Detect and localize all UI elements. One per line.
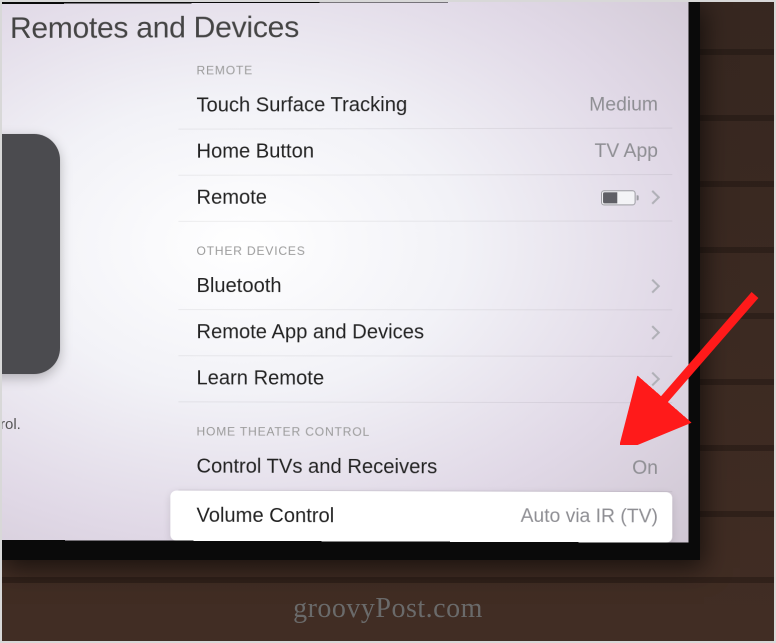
battery-icon [601,190,636,205]
row-remote-app-devices[interactable]: Remote App and Devices [178,310,672,357]
row-learn-remote[interactable]: Learn Remote [178,356,672,403]
row-value: On [632,457,658,479]
remote-illustration [0,134,60,374]
chevron-right-icon [648,279,658,295]
row-label: Remote [196,187,266,210]
row-bluetooth[interactable]: Bluetooth [178,264,672,310]
row-touch-surface-tracking[interactable]: Touch Surface Tracking Medium [178,82,672,129]
row-label: Volume Control [196,504,334,528]
row-remote[interactable]: Remote [178,175,672,222]
battery-fill [603,192,618,203]
chevron-right-icon [648,190,658,206]
page-title: Remotes and Devices [10,11,299,46]
row-label: Bluetooth [196,275,281,298]
chevron-right-icon [648,371,658,387]
row-control-tvs-receivers[interactable]: Control TVs and Receivers On [178,444,672,492]
row-label: Home Button [196,140,314,163]
row-label: Control TVs and Receivers [196,456,437,480]
row-home-button[interactable]: Home Button TV App [178,129,672,176]
row-label: Learn Remote [196,367,324,390]
row-value: Medium [589,94,658,116]
row-label: Remote App and Devices [196,321,424,344]
tv-frame: Remotes and Devices rol. REMOTE Touch Su… [0,0,700,560]
tv-screen: Remotes and Devices rol. REMOTE Touch Su… [0,1,689,542]
row-value: TV App [595,140,658,162]
side-caption-text: rol. [0,416,21,433]
row-label: Touch Surface Tracking [196,94,407,118]
section-header-other-devices: OTHER DEVICES [178,222,672,264]
watermark-text: groovyPost.com [293,593,483,625]
section-header-remote: REMOTE [178,48,672,84]
chevron-right-icon [648,325,658,341]
settings-list: REMOTE Touch Surface Tracking Medium Hom… [178,48,672,543]
row-value: Auto via IR (TV) [521,506,658,529]
row-volume-control[interactable]: Volume Control Auto via IR (TV) [170,491,672,543]
section-header-home-theater: HOME THEATER CONTROL [178,402,672,445]
